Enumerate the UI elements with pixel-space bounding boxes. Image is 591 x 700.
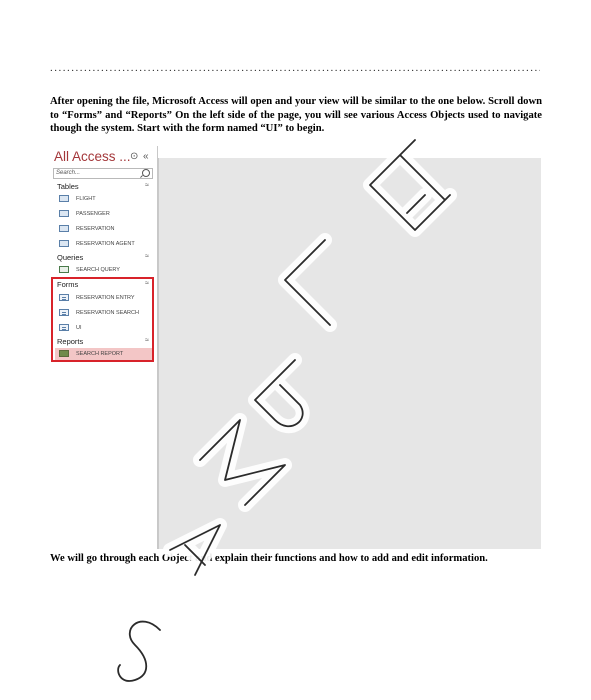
collapse-chevron-icon[interactable]: ≈ (145, 253, 149, 260)
search-placeholder: Search... (56, 170, 81, 176)
nav-item-reservation[interactable]: RESERVATION (59, 223, 154, 235)
group-header-queries[interactable]: Queries ≈ (57, 253, 153, 262)
collapse-pane-icon[interactable]: « (143, 151, 149, 162)
query-icon (59, 266, 69, 273)
table-icon (59, 225, 69, 232)
navigation-pane: All Access ... ⊙ « Search... Tables ≈ FL… (50, 146, 158, 549)
access-screenshot: All Access ... ⊙ « Search... Tables ≈ FL… (50, 146, 541, 549)
search-icon[interactable] (142, 169, 150, 177)
dropdown-circle-icon[interactable]: ⊙ (130, 151, 138, 162)
highlight-box (51, 277, 154, 362)
dotted-separator: ........................................… (50, 62, 540, 74)
table-icon (59, 195, 69, 202)
group-header-tables[interactable]: Tables ≈ (57, 182, 153, 191)
nav-item-passenger[interactable]: PASSENGER (59, 208, 154, 220)
search-input[interactable]: Search... (53, 168, 153, 179)
nav-pane-title[interactable]: All Access ... (54, 149, 131, 164)
collapse-chevron-icon[interactable]: ≈ (145, 182, 149, 189)
table-icon (59, 210, 69, 217)
nav-item-reservation-agent[interactable]: RESERVATION AGENT (59, 238, 154, 250)
workspace-area (158, 158, 541, 549)
watermark-letter-s (111, 614, 167, 688)
nav-item-search-query[interactable]: SEARCH QUERY (59, 264, 154, 276)
nav-item-flight[interactable]: FLIGHT (59, 193, 154, 205)
table-icon (59, 240, 69, 247)
intro-paragraph: After opening the file, Microsoft Access… (50, 96, 542, 134)
outro-paragraph: We will go through each Object and expla… (50, 553, 488, 564)
